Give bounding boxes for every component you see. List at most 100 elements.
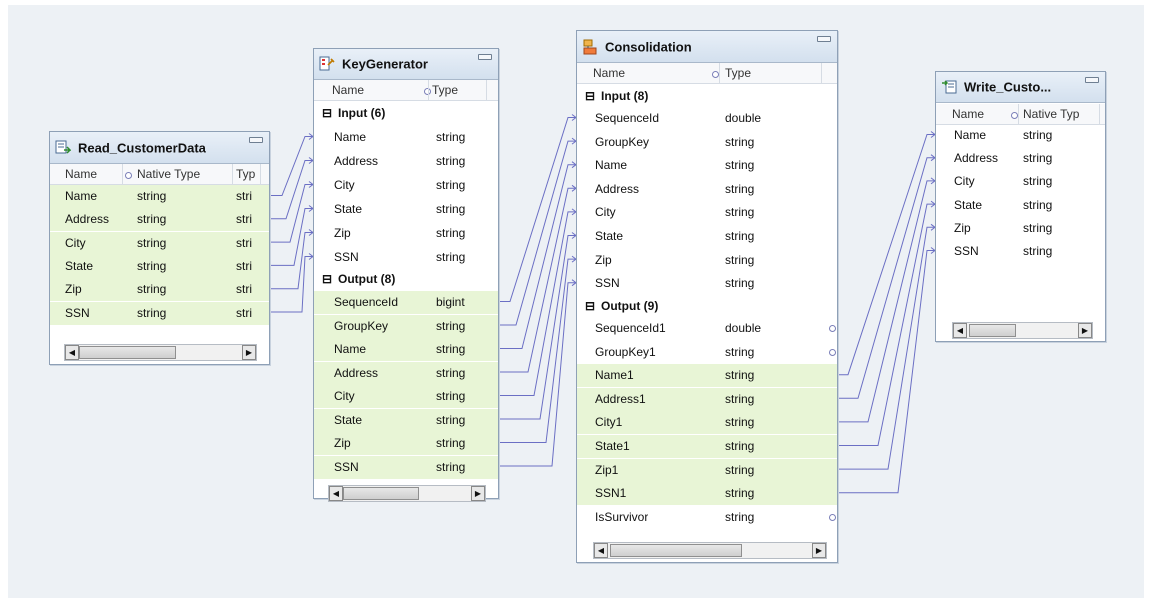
port-row[interactable]: Address string stri: [50, 208, 269, 232]
horizontal-scrollbar[interactable]: ◀ ▶: [64, 344, 257, 361]
scroll-right-icon[interactable]: ▶: [242, 345, 256, 360]
scroll-left-icon[interactable]: ◀: [329, 486, 343, 501]
input-port-row[interactable]: State string: [314, 198, 498, 221]
unconnected-port-icon[interactable]: [829, 513, 836, 521]
minimize-icon[interactable]: [478, 54, 492, 60]
input-port-row[interactable]: City string: [577, 201, 837, 224]
output-port-row[interactable]: City1 string: [577, 411, 837, 435]
scrollbar-thumb[interactable]: [79, 346, 176, 359]
input-port-row[interactable]: SequenceId double: [577, 107, 837, 130]
collapse-icon[interactable]: ⊟: [322, 268, 332, 291]
output-port-row[interactable]: Name string: [314, 338, 498, 361]
column-divider[interactable]: [232, 164, 233, 184]
column-divider[interactable]: [486, 80, 487, 100]
output-group-header[interactable]: ⊟ Output (8): [314, 268, 498, 291]
output-port-row[interactable]: GroupKey1 string: [577, 341, 837, 364]
port-row[interactable]: State string stri: [50, 254, 269, 278]
input-port-row[interactable]: Zip string: [577, 249, 837, 272]
scrollbar-thumb[interactable]: [343, 487, 419, 500]
column-header-label[interactable]: Native Type: [137, 164, 200, 184]
consolidation-transformation[interactable]: Consolidation Name Type ⊟ Input (8) SequenceI…: [576, 30, 838, 563]
output-port-row[interactable]: City string: [314, 385, 498, 408]
column-divider[interactable]: [260, 164, 261, 184]
column-divider[interactable]: [428, 80, 429, 100]
scroll-right-icon[interactable]: ▶: [471, 486, 485, 501]
port-row[interactable]: Zip string stri: [50, 278, 269, 302]
scroll-left-icon[interactable]: ◀: [953, 323, 967, 338]
output-group-header[interactable]: ⊟ Output (9): [577, 295, 837, 317]
column-divider[interactable]: [122, 164, 123, 184]
read-customerdata-transformation[interactable]: Read_CustomerData Name Native Type Typ Name s…: [49, 131, 270, 365]
output-port-row[interactable]: SequenceId bigint: [314, 291, 498, 314]
transformation-header[interactable]: KeyGenerator: [314, 49, 498, 80]
column-header-label[interactable]: Type: [725, 63, 751, 83]
scroll-right-icon[interactable]: ▶: [812, 543, 826, 558]
output-port-row[interactable]: GroupKey string: [314, 314, 498, 338]
port-row[interactable]: Name string stri: [50, 185, 269, 208]
output-port-row[interactable]: IsSurvivor string: [577, 506, 837, 529]
input-port-row[interactable]: Address string: [577, 178, 837, 201]
output-port-row[interactable]: State1 string: [577, 435, 837, 458]
scrollbar-thumb[interactable]: [969, 324, 1016, 337]
input-port-row[interactable]: SSN string: [577, 272, 837, 295]
port-row[interactable]: City string stri: [50, 231, 269, 255]
transformation-header[interactable]: Write_Custo...: [936, 72, 1105, 103]
horizontal-scrollbar[interactable]: ◀ ▶: [952, 322, 1093, 339]
output-port-row[interactable]: Zip1 string: [577, 458, 837, 482]
unconnected-port-icon[interactable]: [829, 325, 836, 332]
minimize-icon[interactable]: [817, 36, 831, 42]
input-group-header[interactable]: ⊟ Input (6): [314, 102, 498, 125]
output-port-row[interactable]: State string: [314, 408, 498, 432]
output-port-row[interactable]: Zip string: [314, 432, 498, 455]
column-divider[interactable]: [719, 63, 720, 83]
column-divider[interactable]: [1099, 104, 1100, 124]
collapse-icon[interactable]: ⊟: [322, 102, 332, 125]
input-port-row[interactable]: Name string: [314, 126, 498, 149]
column-header-label[interactable]: Name: [952, 104, 984, 124]
output-port-row[interactable]: SSN1 string: [577, 482, 837, 506]
scrollbar-thumb[interactable]: [610, 544, 742, 557]
port-row[interactable]: SSN string stri: [50, 301, 269, 325]
scroll-left-icon[interactable]: ◀: [594, 543, 608, 558]
input-port-row[interactable]: Zip string: [936, 217, 1105, 240]
minimize-icon[interactable]: [1085, 77, 1099, 83]
collapse-icon[interactable]: ⊟: [585, 295, 595, 317]
input-port-row[interactable]: Zip string: [314, 222, 498, 245]
column-header-label[interactable]: Name: [332, 80, 364, 100]
output-port-row[interactable]: SSN string: [314, 455, 498, 479]
column-header-label[interactable]: Name: [593, 63, 625, 83]
collapse-icon[interactable]: ⊟: [585, 85, 595, 107]
input-port-row[interactable]: SSN string: [936, 240, 1105, 263]
output-port-row[interactable]: Address1 string: [577, 387, 837, 411]
transformation-header[interactable]: Consolidation: [577, 31, 837, 63]
column-divider[interactable]: [1018, 104, 1019, 124]
output-port-row[interactable]: SequenceId1 double: [577, 317, 837, 340]
input-group-header[interactable]: ⊟ Input (8): [577, 85, 837, 107]
unconnected-port-icon[interactable]: [829, 348, 836, 356]
column-header-label[interactable]: Type: [432, 80, 458, 100]
input-port-row[interactable]: City string: [314, 174, 498, 197]
minimize-icon[interactable]: [249, 137, 263, 143]
write-customer-transformation[interactable]: Write_Custo... Name Native Typ Name string Ad…: [935, 71, 1106, 342]
column-header-label[interactable]: Name: [65, 164, 97, 184]
input-port-row[interactable]: Address string: [314, 150, 498, 173]
column-header-label[interactable]: Native Typ: [1023, 104, 1079, 124]
input-port-row[interactable]: State string: [577, 225, 837, 248]
scroll-right-icon[interactable]: ▶: [1078, 323, 1092, 338]
input-port-row[interactable]: SSN string: [314, 246, 498, 269]
horizontal-scrollbar[interactable]: ◀ ▶: [593, 542, 827, 559]
output-port-row[interactable]: Name1 string: [577, 364, 837, 388]
input-port-row[interactable]: Name string: [936, 124, 1105, 147]
scroll-left-icon[interactable]: ◀: [65, 345, 79, 360]
input-port-row[interactable]: State string: [936, 194, 1105, 217]
column-divider[interactable]: [821, 63, 822, 83]
input-port-row[interactable]: Address string: [936, 147, 1105, 170]
keygenerator-transformation[interactable]: KeyGenerator Name Type ⊟ Input (6) Name string…: [313, 48, 499, 502]
horizontal-scrollbar[interactable]: ◀ ▶: [328, 485, 486, 502]
transformation-header[interactable]: Read_CustomerData: [50, 132, 269, 164]
input-port-row[interactable]: GroupKey string: [577, 131, 837, 154]
input-port-row[interactable]: City string: [936, 170, 1105, 193]
input-port-row[interactable]: Name string: [577, 154, 837, 177]
output-port-row[interactable]: Address string: [314, 361, 498, 385]
column-header-label[interactable]: Typ: [236, 164, 255, 184]
